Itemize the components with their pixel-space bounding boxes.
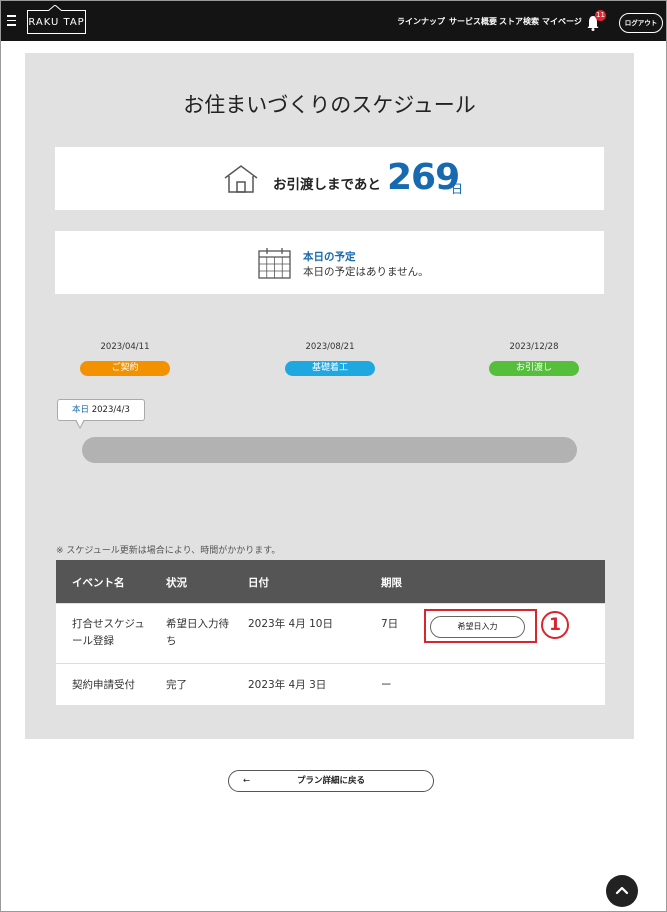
header-status: 状況	[166, 577, 187, 589]
nav-store-search[interactable]: ストア検索	[499, 1, 539, 41]
countdown-label: お引渡しまであと	[273, 177, 381, 193]
today-schedule-text: 本日の予定はありません。	[303, 266, 429, 278]
milestone-pill-handover: お引渡し	[489, 361, 579, 376]
table-header: イベント名 状況 日付 期限	[56, 560, 605, 603]
back-button-label: プラン詳細に戻る	[296, 776, 365, 786]
header-event-name: イベント名	[72, 577, 125, 589]
house-icon	[224, 165, 258, 193]
raku-tap-logo[interactable]: RAKU TAP	[27, 10, 86, 34]
today-schedule-title: 本日の予定	[303, 251, 356, 263]
calendar-icon	[258, 248, 291, 279]
deadline-cell: 7日	[381, 618, 399, 630]
milestone-pill-contract: ご契約	[80, 361, 170, 376]
date-cell: 2023年 4月 3日	[248, 679, 327, 691]
date-cell: 2023年 4月 10日	[248, 618, 333, 630]
status-cell: 希望日入力待ち	[166, 618, 229, 647]
timeline-progress-track	[82, 437, 577, 463]
countdown-card: お引渡しまであと 269 日	[55, 147, 604, 210]
countdown-value: 269	[387, 157, 460, 198]
milestone-date-foundation: 2023/08/21	[305, 342, 355, 352]
back-arrow-icon: ←	[243, 776, 251, 786]
logout-button[interactable]: ログアウト	[619, 13, 663, 33]
today-marker-bubble: 本日 2023/4/3	[57, 399, 145, 421]
top-nav-bar: RAKU TAP ラインナップ サービス概要 ストア検索 マイページ 11 ログ…	[1, 1, 666, 41]
annotation-highlight-box	[424, 609, 537, 643]
today-marker-date: 2023/4/3	[91, 405, 130, 415]
nav-mypage[interactable]: マイページ	[542, 1, 582, 41]
hamburger-menu-icon[interactable]	[7, 15, 16, 26]
event-name-cell: 打合せスケジュ ール登録	[72, 618, 145, 647]
today-marker-label: 本日	[72, 405, 90, 415]
schedule-panel: お住まいづくりのスケジュール お引渡しまであと 269 日 本日の予定 本日の予…	[25, 53, 634, 739]
back-to-plan-details-button[interactable]: ← プラン詳細に戻る	[228, 770, 434, 792]
today-schedule-card: 本日の予定 本日の予定はありません。	[55, 231, 604, 294]
page-title: お住まいづくりのスケジュール	[183, 93, 476, 117]
header-date: 日付	[248, 577, 269, 589]
schedule-update-note: ※ スケジュール更新は場合により、時間がかかります。	[56, 546, 281, 556]
scroll-to-top-button[interactable]	[606, 875, 638, 907]
chevron-up-icon	[615, 886, 629, 895]
notification-badge: 11	[595, 10, 606, 21]
nav-lineup[interactable]: ラインナップ	[397, 1, 445, 41]
milestone-date-contract: 2023/04/11	[100, 342, 150, 352]
annotation-step-number: 1	[541, 611, 569, 639]
logo-roof-icon	[48, 5, 62, 11]
bubble-tail-inner	[76, 419, 84, 427]
countdown-unit: 日	[451, 182, 464, 196]
header-deadline: 期限	[381, 577, 402, 589]
milestone-pill-foundation: 基礎着工	[285, 361, 375, 376]
nav-service-overview[interactable]: サービス概要	[449, 1, 497, 41]
event-name-cell: 契約申請受付	[72, 679, 135, 691]
milestone-date-handover: 2023/12/28	[509, 342, 559, 352]
status-cell: 完了	[166, 679, 187, 691]
table-row: 契約申請受付 完了 2023年 4月 3日 ー	[56, 663, 605, 705]
deadline-cell: ー	[381, 679, 392, 691]
